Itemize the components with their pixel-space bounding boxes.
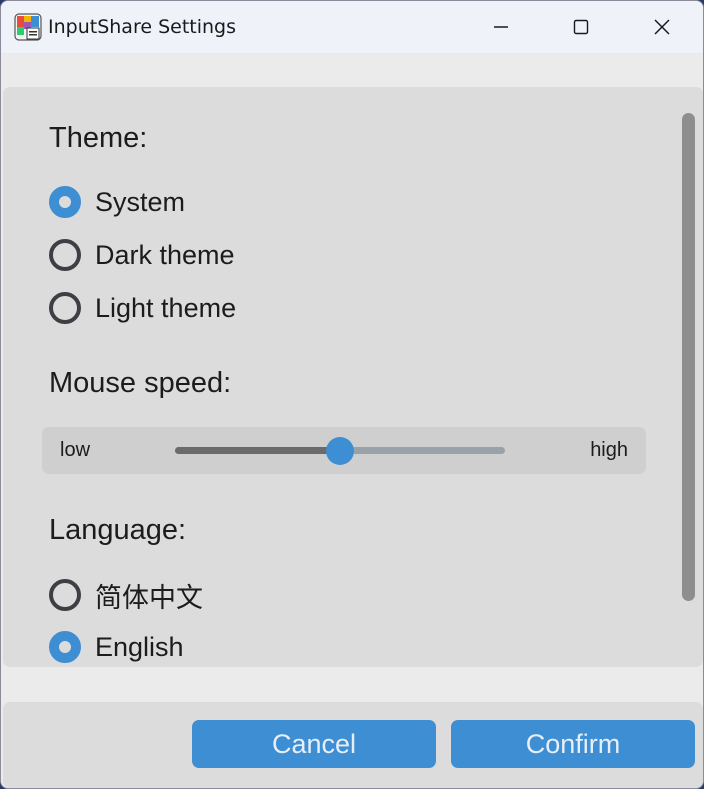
app-icon [14, 13, 42, 41]
slider-high-label: high [590, 439, 628, 461]
radio-theme-system[interactable]: System [49, 182, 185, 222]
radio-button-icon[interactable] [49, 579, 81, 611]
vertical-scrollbar[interactable] [682, 113, 695, 601]
radio-button-icon[interactable] [49, 186, 81, 218]
slider-thumb[interactable] [326, 437, 354, 465]
mouse-speed-slider-frame: low high [42, 427, 646, 474]
language-heading: Language: [49, 514, 187, 546]
radio-label: System [95, 186, 186, 217]
maximize-icon [573, 19, 589, 35]
radio-label: Light theme [95, 292, 237, 323]
settings-window: InputShare Settings Theme: System Dark t… [0, 0, 704, 789]
mouse-speed-slider[interactable] [175, 437, 505, 465]
radio-label: Dark theme [95, 239, 235, 270]
radio-language-chinese[interactable]: 简体中文 [49, 575, 203, 615]
slider-low-label: low [60, 439, 91, 461]
window-title: InputShare Settings [48, 16, 236, 38]
slider-fill [175, 447, 340, 454]
minimize-icon [494, 26, 508, 28]
radio-label: English [95, 631, 184, 662]
radio-theme-dark[interactable]: Dark theme [49, 235, 235, 275]
radio-language-english[interactable]: English [49, 627, 184, 667]
minimize-button[interactable] [461, 1, 541, 53]
settings-scroll-content: Theme: System Dark theme Light theme Mou… [3, 87, 703, 667]
close-icon [654, 19, 670, 35]
mouse-speed-heading: Mouse speed: [49, 367, 232, 399]
close-button[interactable] [622, 1, 702, 53]
confirm-button[interactable]: Confirm [451, 720, 695, 768]
cancel-button[interactable]: Cancel [192, 720, 436, 768]
radio-button-icon[interactable] [49, 631, 81, 663]
maximize-button[interactable] [541, 1, 621, 53]
button-bar: Cancel Confirm [3, 702, 703, 788]
radio-button-icon[interactable] [49, 292, 81, 324]
theme-heading: Theme: [49, 122, 148, 154]
radio-label: 简体中文 [95, 582, 203, 614]
title-bar[interactable]: InputShare Settings [1, 1, 703, 53]
radio-button-icon[interactable] [49, 239, 81, 271]
radio-theme-light[interactable]: Light theme [49, 288, 236, 328]
settings-panel[interactable]: Theme: System Dark theme Light theme Mou… [3, 87, 703, 667]
